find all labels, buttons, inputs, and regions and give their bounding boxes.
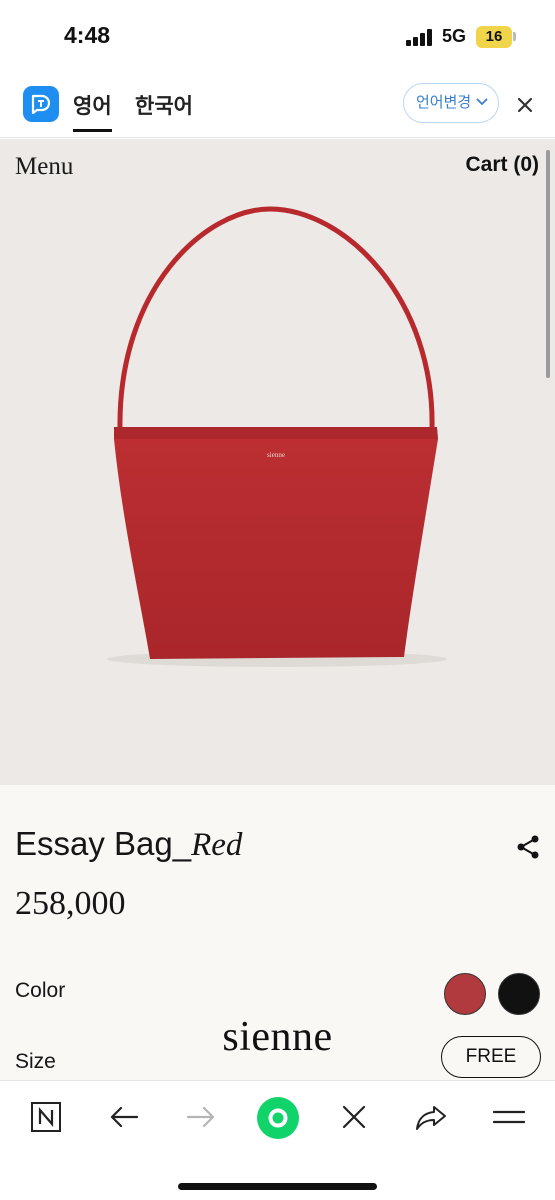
signal-icon [406,28,436,46]
status-time: 4:48 [64,22,111,48]
browser-toolbar [0,1080,555,1200]
green-dot-icon[interactable] [256,1096,300,1140]
close-icon[interactable] [334,1097,374,1137]
change-language-button[interactable]: 언어변경 [403,83,499,123]
home-indicator [178,1183,377,1190]
tab-korean[interactable]: 한국어 [135,90,193,120]
bag-logo: sienne [267,451,285,459]
translate-logo-icon [23,86,59,122]
share-icon[interactable] [514,833,542,861]
product-image-area: sienne Menu Cart (0) [0,139,555,785]
network-label: 5G [442,26,467,46]
change-language-label: 언어변경 [416,93,472,111]
forward-arrow-icon[interactable] [181,1097,221,1137]
size-option-button[interactable]: FREE [441,1036,541,1078]
n-icon[interactable] [26,1097,66,1137]
chevron-down-icon [476,98,488,106]
product-image: sienne [107,206,447,667]
battery-icon: 16 [476,26,512,48]
product-details: Essay Bag_Red 258,000 Color sienne Size … [0,785,555,1080]
status-bar: 4:48 5G 16 [0,0,555,72]
share-icon[interactable] [411,1097,451,1137]
back-arrow-icon[interactable] [104,1097,144,1137]
battery-cap [513,32,516,41]
scrollbar[interactable] [546,150,550,378]
translate-bar: 영어 한국어 언어변경 [0,72,555,138]
menu-link[interactable]: Menu [15,153,73,181]
menu-icon[interactable] [489,1097,529,1137]
tab-english[interactable]: 영어 [73,90,112,132]
size-label: Size [15,1050,56,1073]
product-title: Essay Bag_Red [15,825,242,864]
product-variant: Red [191,827,243,863]
product-price: 258,000 [15,885,126,922]
product-name: Essay Bag_ [15,825,192,862]
color-swatch-black[interactable] [498,973,540,1015]
close-icon[interactable] [513,93,537,117]
color-label: Color [15,979,66,1002]
color-swatch-red[interactable] [444,973,486,1015]
cart-link[interactable]: Cart (0) [465,153,539,177]
